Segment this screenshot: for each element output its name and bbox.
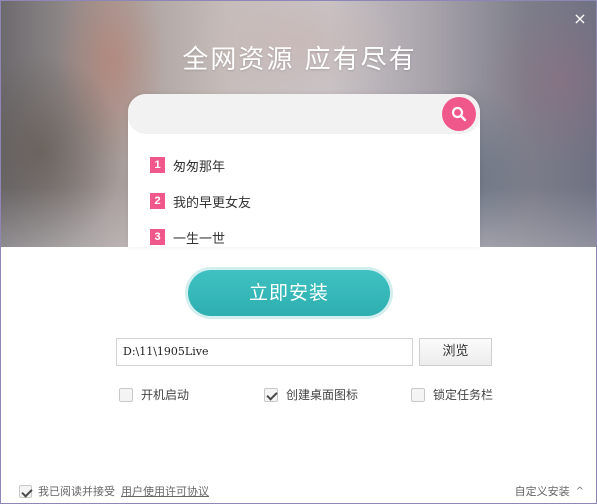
suggestion-item[interactable]: 2 我的早更女友 <box>150 183 251 219</box>
option-label: 创建桌面图标 <box>286 388 359 402</box>
suggestion-list: 1 匆匆那年 2 我的早更女友 3 一生一世 <box>150 147 251 255</box>
custom-install-label: 自定义安装 <box>514 485 570 498</box>
suggestion-label: 一生一世 <box>173 231 226 247</box>
agreement-row: 我已阅读并接受 用户使用许可协议 <box>19 483 209 499</box>
rank-badge: 2 <box>150 193 165 209</box>
install-path-field[interactable]: D:\11\1905Live <box>116 338 413 366</box>
search-icon <box>451 106 467 122</box>
desktop-icon-checkbox[interactable] <box>264 387 278 402</box>
search-input[interactable] <box>142 100 432 128</box>
license-link[interactable]: 用户使用许可协议 <box>121 483 209 499</box>
install-now-button[interactable]: 立即安装 <box>188 270 390 316</box>
suggestion-item[interactable]: 1 匆匆那年 <box>150 147 251 183</box>
rank-badge: 1 <box>150 157 165 173</box>
browse-button[interactable]: 浏览 <box>419 338 492 366</box>
close-button[interactable]: × <box>572 11 588 27</box>
install-button-glow: 立即安装 <box>185 267 393 319</box>
agree-text: 我已阅读并接受 <box>38 485 115 498</box>
agree-checkbox[interactable] <box>19 484 32 498</box>
slogan: 全网资源 应有尽有 <box>182 45 417 75</box>
search-bar <box>128 94 480 134</box>
option-pin-taskbar[interactable]: 锁定任务栏 <box>411 386 493 403</box>
option-desktop-icon[interactable]: 创建桌面图标 <box>264 386 358 403</box>
option-label: 锁定任务栏 <box>433 388 494 402</box>
installer-window: × 全网资源 应有尽有 1 匆匆那年 2 我的早更女友 3 一生一世 立即安装 … <box>0 0 597 504</box>
suggestion-label: 匆匆那年 <box>173 159 226 175</box>
search-button[interactable] <box>442 97 476 131</box>
suggestion-label: 我的早更女友 <box>173 195 252 211</box>
option-autostart[interactable]: 开机启动 <box>119 386 189 403</box>
rank-badge: 3 <box>150 229 165 245</box>
autostart-checkbox[interactable] <box>119 387 133 402</box>
custom-install-link[interactable]: 自定义安装 ^ <box>515 483 584 499</box>
option-label: 开机启动 <box>141 388 190 402</box>
pin-taskbar-checkbox[interactable] <box>411 387 425 402</box>
suggestion-item[interactable]: 3 一生一世 <box>150 219 251 255</box>
search-card: 1 匆匆那年 2 我的早更女友 3 一生一世 <box>128 94 480 247</box>
chevron-up-icon: ^ <box>575 485 584 497</box>
